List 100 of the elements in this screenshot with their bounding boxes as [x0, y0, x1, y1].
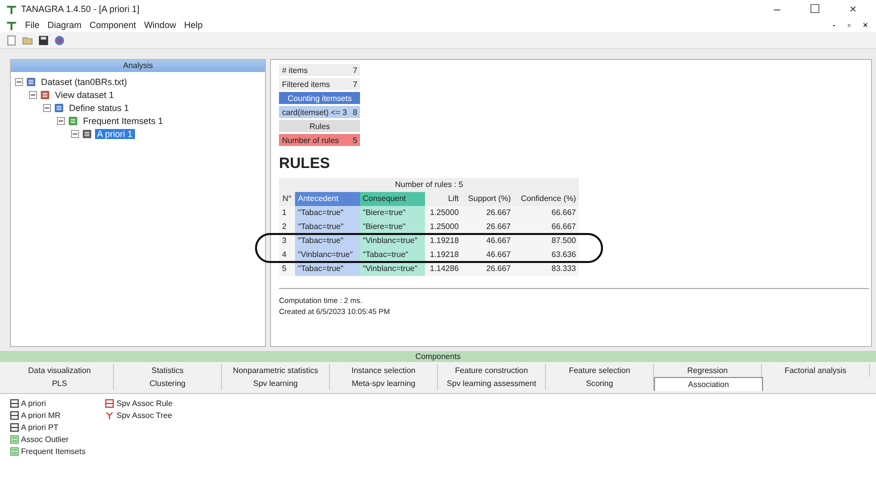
menu-item[interactable]: File [25, 20, 40, 30]
table-cell: 1.14286 [424, 262, 462, 276]
summary-cell: # items [279, 64, 350, 76]
table-cell: 1.25000 [424, 206, 462, 220]
component-icon [105, 398, 114, 408]
summary-cell: Rules [279, 120, 360, 132]
tool-item[interactable]: Spv Assoc Tree [116, 410, 172, 420]
table-cell: 4 [279, 248, 295, 262]
tree-item[interactable]: Define status 1 [67, 102, 132, 112]
component-tab[interactable]: Instance selection [330, 364, 438, 377]
table-cell: 1.19218 [424, 248, 462, 262]
table-cell: 26.667 [462, 262, 514, 276]
component-tab[interactable]: Feature selection [546, 364, 654, 377]
table-caption: Number of rules : 5 [279, 178, 579, 192]
tool-item[interactable]: Frequent Itemsets [21, 446, 86, 456]
component-tab[interactable]: Association [654, 377, 763, 391]
summary-cell: Counting itemsets [279, 92, 360, 104]
tree-toggle-icon[interactable] [57, 116, 65, 124]
menu-item[interactable]: Window [144, 20, 176, 30]
component-tab[interactable]: Spv learning [222, 377, 330, 390]
node-icon [82, 128, 92, 138]
tree-item[interactable]: Frequent Itemsets 1 [81, 116, 166, 126]
component-tab[interactable]: Data visualization [6, 364, 114, 377]
table-cell: "Vinblanc=true" [294, 248, 360, 262]
new-file-icon[interactable] [6, 34, 17, 46]
table-cell: 1 [279, 206, 295, 220]
window-control[interactable]: – [760, 2, 794, 16]
node-icon [26, 76, 36, 86]
table-cell: "Vinblanc=true" [360, 234, 425, 248]
components-header: Components [0, 351, 876, 362]
tree-item[interactable]: A priori 1 [95, 128, 135, 138]
table-cell: 3 [279, 234, 295, 248]
summary-cell: Filtered items [279, 78, 350, 90]
summary-cell: 8 [350, 106, 360, 118]
tool-item[interactable]: Assoc Outlier [21, 434, 69, 444]
app-logo-icon [6, 4, 17, 14]
tool-item[interactable]: A priori MR [21, 410, 61, 420]
window-control[interactable]: - [830, 20, 838, 30]
table-cell: 66.667 [514, 206, 579, 220]
table-cell: "Vinblanc=true" [360, 262, 425, 276]
table-cell: 5 [279, 262, 295, 276]
table-cell: 83.333 [514, 262, 579, 276]
save-icon[interactable] [38, 34, 49, 46]
component-icon [10, 434, 19, 444]
node-icon [40, 90, 50, 100]
column-header: Lift [424, 192, 462, 206]
tool-item[interactable]: A priori PT [21, 422, 58, 432]
summary-cell: Number of rules [279, 134, 350, 146]
column-header: Antecedent [294, 192, 360, 206]
tree-toggle-icon[interactable] [43, 104, 51, 112]
tree-item[interactable]: View dataset 1 [53, 90, 116, 100]
column-header: Confidence (%) [514, 192, 579, 206]
tool-item[interactable]: A priori [21, 398, 46, 408]
table-cell: 46.667 [462, 248, 514, 262]
table-cell: "Tabac=true" [294, 220, 360, 234]
panel-header: Analysis [11, 60, 265, 72]
menu-item[interactable]: Help [184, 20, 203, 30]
table-cell: 63.636 [514, 248, 579, 262]
table-cell: "Biere=true" [360, 206, 425, 220]
table-cell: 2 [279, 220, 295, 234]
column-header: N° [279, 192, 295, 206]
summary-cell: card(itemset) <= 3 [279, 106, 350, 118]
component-tab[interactable]: Clustering [114, 377, 222, 390]
table-cell: "Biere=true" [360, 220, 425, 234]
component-tab[interactable]: Nonparametric statistics [222, 364, 330, 377]
component-icon [10, 422, 19, 432]
window-control[interactable]: × [860, 20, 870, 30]
tool-item[interactable]: Spv Assoc Rule [116, 398, 173, 408]
tree-toggle-icon[interactable] [29, 90, 37, 98]
node-icon [68, 116, 78, 126]
summary-cell: 5 [350, 134, 360, 146]
component-tab[interactable]: Meta-spv learning [330, 377, 438, 390]
window-control[interactable]: ▫ [846, 20, 853, 30]
window-control[interactable]: ☐ [798, 2, 832, 16]
component-tab[interactable]: Spv learning assessment [438, 377, 546, 390]
component-tab[interactable]: Statistics [114, 364, 222, 377]
component-icon [10, 410, 19, 420]
table-cell: 26.667 [462, 220, 514, 234]
menu-item[interactable]: Diagram [48, 20, 82, 30]
table-cell: 66.667 [514, 220, 579, 234]
table-cell: "Tabac=true" [360, 248, 425, 262]
table-cell: 1.25000 [424, 220, 462, 234]
summary-cell: 7 [350, 64, 360, 76]
section-heading: RULES [279, 155, 331, 172]
tree-toggle-icon[interactable] [71, 130, 79, 138]
table-cell: 46.667 [462, 234, 514, 248]
window-control[interactable]: × [836, 2, 870, 16]
node-icon [54, 102, 64, 112]
table-cell: 26.667 [462, 206, 514, 220]
component-tab[interactable]: PLS [6, 377, 114, 390]
summary-cell: 7 [350, 78, 360, 90]
tree-toggle-icon[interactable] [15, 78, 23, 86]
menu-item[interactable]: Component [90, 20, 136, 30]
component-icon [105, 410, 114, 420]
table-cell: "Tabac=true" [294, 262, 360, 276]
tree-item[interactable]: Dataset (tan0BRs.txt) [39, 76, 130, 86]
component-tab[interactable]: Feature construction [438, 364, 546, 377]
table-cell: "Tabac=true" [294, 234, 360, 248]
window-title: TANAGRA 1.4.50 - [A priori 1] [21, 4, 140, 14]
folder-icon[interactable] [22, 34, 33, 46]
